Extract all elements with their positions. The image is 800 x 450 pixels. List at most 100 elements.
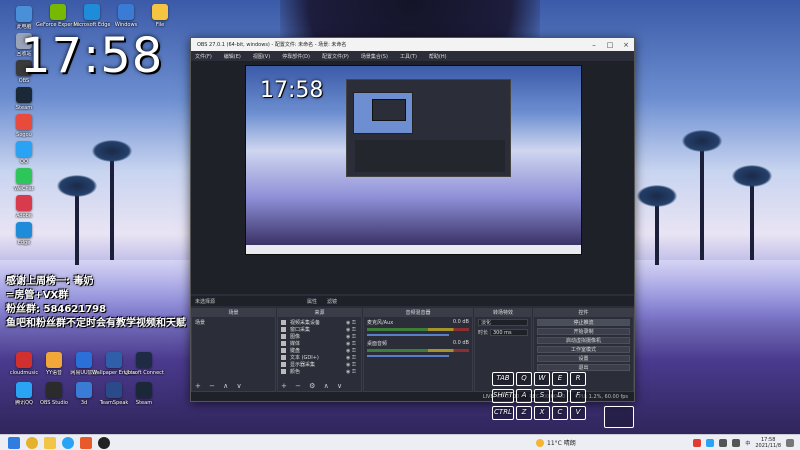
scene-item[interactable]: 场景 [195,319,272,326]
menu-item[interactable]: 视图(V) [253,53,270,60]
overlay-admin: =房管+VX群 [6,290,69,301]
maximize-button[interactable]: □ [602,41,618,49]
source-item[interactable]: 文本 (GDI+) ◉ ⚿ [281,354,358,361]
desktop-icon[interactable]: Steam [2,87,46,111]
desktop-icon[interactable]: Ubisoft Connect [122,352,166,376]
visibility-icon[interactable]: ◉ ⚿ [346,369,358,375]
properties-button[interactable]: 属性 [307,298,317,305]
menu-item[interactable]: 工具(T) [400,53,417,60]
preview-canvas[interactable]: 17:58 [245,65,582,255]
preview-clock: 17:58 [260,78,324,103]
transition-type-select[interactable]: 淡化 [478,319,528,326]
app-icon [16,87,32,103]
scenes-dock-controls[interactable]: + − ∧ ∨ [192,382,275,391]
sources-dock-title: 来源 [278,309,361,317]
duration-label: 时长 [478,330,489,336]
qq-tray-icon[interactable] [706,439,715,447]
visibility-icon[interactable]: ◉ ⚿ [346,334,358,340]
mixer-channel: 麦克风/Aux 0.0 dB [367,319,469,336]
source-item[interactable]: 图像 ◉ ⚿ [281,333,358,340]
obs-taskbar-icon[interactable] [98,436,110,449]
volume-icon[interactable] [732,439,741,447]
notification-icon[interactable] [786,439,794,447]
visibility-icon[interactable]: ◉ ⚿ [346,341,358,347]
sources-dock-controls[interactable]: + − ⚙ ∧ ∨ [278,382,361,391]
network-icon[interactable] [719,439,728,447]
preview-taskbar [246,245,581,254]
input-language[interactable]: 中 [745,440,750,447]
control-button[interactable]: 停止推流 [537,319,630,326]
source-item[interactable]: 窗口采集 ◉ ⚿ [281,326,358,333]
menu-item[interactable]: 文件(F) [195,53,212,60]
control-button[interactable]: 设置 [537,355,630,362]
volume-slider[interactable] [367,334,449,336]
app-icon [16,195,32,211]
obs-titlebar[interactable]: OBS 27.0.1 (64-bit, windows) - 配置文件: 未命名… [191,38,634,51]
app-icon [136,352,152,368]
wallpaper-palm [682,130,722,260]
control-button[interactable]: 启动虚拟摄像机 [537,337,630,344]
duration-input[interactable]: 300 ms [490,329,528,336]
source-item[interactable]: 显示器采集 ◉ ⚿ [281,361,358,368]
desktop-icon[interactable]: QQ [2,141,46,165]
keyboard-key: R [570,372,586,386]
source-name: 键盘 [290,348,301,354]
app-icon [46,382,62,398]
preview-nested-docks [355,140,505,172]
desktop-icon[interactable]: Sogou [2,114,46,138]
desktop-icon[interactable]: Steam [122,382,166,406]
desktop-icon[interactable]: Adobe [2,195,46,219]
app-icon[interactable] [80,436,92,449]
app-icon [118,4,134,20]
minimize-button[interactable]: – [586,41,602,49]
weather-widget[interactable]: 11°C 晴朗 [536,438,576,447]
control-button[interactable]: 退出 [537,364,630,371]
source-item[interactable]: 视频采集设备 ◉ ⚿ [281,319,358,326]
qq-icon[interactable] [62,436,74,449]
menu-item[interactable]: 编辑(E) [224,53,241,60]
control-button[interactable]: 开始录制 [537,328,630,335]
app-icon [46,352,62,368]
control-button[interactable]: 工作室模式 [537,346,630,353]
desktop-icon[interactable]: WeChat [2,168,46,192]
windows-start-icon[interactable] [8,436,20,449]
volume-meter [367,349,469,352]
desktop-icon[interactable]: Edge [2,222,46,246]
visibility-icon[interactable]: ◉ ⚿ [346,320,358,326]
source-type-icon [281,327,286,332]
menu-item[interactable]: 帮助(H) [429,53,447,60]
menu-item[interactable]: 停靠部件(D) [282,53,310,60]
visibility-icon[interactable]: ◉ ⚿ [346,327,358,333]
app-icon [106,382,122,398]
keyboard-key: S [534,389,550,403]
app-icon [16,222,32,238]
volume-slider[interactable] [367,355,449,357]
source-type-icon [281,348,286,353]
visibility-icon[interactable]: ◉ ⚿ [346,362,358,368]
file-explorer-icon[interactable] [44,436,56,449]
chrome-icon[interactable] [26,436,38,449]
overlay-fan-group: 粉丝群: 584621798 [6,304,107,315]
source-item[interactable]: 媒体 ◉ ⚿ [281,340,358,347]
source-type-icon [281,334,286,339]
source-item[interactable]: 键盘 ◉ ⚿ [281,347,358,354]
source-name: 显示器采集 [290,362,316,368]
close-button[interactable]: × [618,41,634,49]
sogou-tray-icon[interactable] [693,439,702,447]
menu-item[interactable]: 场景集合(S) [361,53,388,60]
app-icon [16,6,32,22]
filters-button[interactable]: 滤镜 [327,298,337,305]
menu-item[interactable]: 配置文件(P) [322,53,349,60]
taskbar-clock[interactable]: 17:58 2021/11/8 [755,437,781,449]
app-icon [16,382,32,398]
mixer-channel-db: 0.0 dB [452,340,469,346]
source-item[interactable]: 颜色 ◉ ⚿ [281,368,358,375]
app-icon [16,141,32,157]
keyboard-key: C [552,406,568,420]
desktop-icon[interactable]: File [138,4,182,28]
visibility-icon[interactable]: ◉ ⚿ [346,355,358,361]
visibility-icon[interactable]: ◉ ⚿ [346,348,358,354]
preview-nested-obs-2 [372,99,406,121]
obs-window[interactable]: OBS 27.0.1 (64-bit, windows) - 配置文件: 未命名… [190,37,635,402]
app-icon [136,382,152,398]
